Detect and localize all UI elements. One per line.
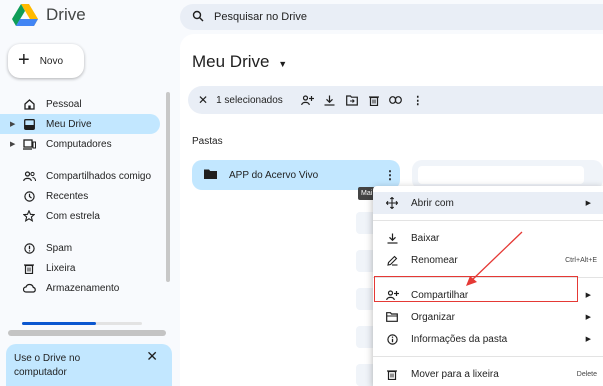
- people-icon: [22, 170, 36, 182]
- sidebar-scrollbar[interactable]: [166, 92, 170, 282]
- menu-item-label: Abrir com: [411, 197, 454, 209]
- menu-item-renomear[interactable]: Renomear Ctrl+Alt+E: [373, 249, 603, 271]
- trash-icon: [22, 263, 36, 274]
- new-button-label: Novo: [39, 55, 64, 67]
- sidebar-item-label: Recentes: [46, 190, 89, 202]
- trash-icon[interactable]: [363, 95, 385, 106]
- caret-down-icon[interactable]: ▼: [278, 59, 287, 69]
- selection-count: 1 selecionados: [216, 94, 283, 106]
- menu-item-informacoes[interactable]: Informações da pasta ▶: [373, 328, 603, 350]
- trash-icon: [385, 369, 399, 380]
- folder-name: APP do Acervo Vivo: [229, 169, 319, 181]
- download-icon[interactable]: [319, 95, 341, 106]
- drive-icon: [22, 118, 36, 130]
- folder-icon: [385, 312, 399, 322]
- computer-icon: [22, 138, 36, 150]
- submenu-arrow-icon: ▶: [585, 336, 591, 343]
- cloud-icon: [22, 283, 36, 293]
- horizontal-scrollbar[interactable]: [8, 330, 166, 336]
- section-title: Pastas: [192, 136, 223, 147]
- menu-item-baixar[interactable]: Baixar: [373, 227, 603, 249]
- folder-icon: [204, 169, 217, 182]
- sidebar-item-recentes[interactable]: Recentes: [0, 186, 172, 206]
- sidebar-item-label: Compartilhados comigo: [46, 170, 152, 182]
- page-title[interactable]: Meu Drive ▼: [192, 52, 287, 72]
- sidebar-item-meu-drive[interactable]: ▶ Meu Drive: [0, 114, 160, 134]
- open-with-icon: [385, 197, 399, 209]
- annotation-highlight-box: [374, 276, 578, 302]
- sidebar-item-compartilhados[interactable]: Compartilhados comigo: [0, 166, 172, 186]
- menu-divider: [373, 220, 603, 221]
- plus-icon: +: [18, 49, 30, 71]
- rename-icon: [385, 255, 399, 266]
- sidebar-item-com-estrela[interactable]: Com estrela: [0, 206, 172, 226]
- menu-item-abrir-com[interactable]: Abrir com ▶: [373, 192, 603, 214]
- drive-desktop-promo[interactable]: Use o Drive no computador ✕: [6, 344, 172, 386]
- caret-right-icon[interactable]: ▶: [10, 120, 15, 128]
- menu-item-label: Informações da pasta: [411, 333, 508, 345]
- clock-icon: [22, 190, 36, 202]
- search-icon[interactable]: [192, 10, 204, 25]
- menu-item-label: Baixar: [411, 232, 440, 244]
- submenu-arrow-icon: ▶: [585, 200, 591, 207]
- submenu-arrow-icon: ▶: [585, 314, 591, 321]
- sidebar-item-label: Pessoal: [46, 98, 82, 110]
- star-icon: [22, 210, 36, 222]
- selection-toolbar: ✕ 1 selecionados ⋮: [188, 86, 603, 114]
- drive-logo-icon: [12, 4, 38, 26]
- promo-text: Use o Drive no computador: [14, 353, 81, 378]
- sidebar-item-label: Com estrela: [46, 210, 100, 222]
- menu-item-label: Mover para a lixeira: [411, 368, 499, 380]
- page-title-text: Meu Drive: [192, 52, 270, 71]
- close-icon[interactable]: ✕: [146, 348, 158, 365]
- storage-fill: [22, 322, 97, 325]
- sidebar-item-label: Spam: [46, 242, 73, 254]
- info-icon: [385, 333, 399, 345]
- more-vert-icon[interactable]: ⋮: [380, 168, 400, 182]
- search-input[interactable]: Pesquisar no Drive: [214, 11, 307, 23]
- sidebar-item-armazenamento[interactable]: Armazenamento: [0, 278, 172, 298]
- submenu-arrow-icon: ▶: [585, 292, 591, 299]
- sidebar-item-label: Computadores: [46, 138, 112, 150]
- shortcut-hint: Ctrl+Alt+E: [565, 256, 597, 264]
- menu-divider: [373, 356, 603, 357]
- sidebar-item-label: Armazenamento: [46, 282, 120, 294]
- share-icon[interactable]: [297, 94, 319, 106]
- storage-bar: [22, 322, 142, 325]
- link-icon[interactable]: [385, 96, 407, 104]
- download-icon: [385, 233, 399, 244]
- sidebar-item-lixeira[interactable]: Lixeira: [0, 258, 172, 278]
- sidebar-nav: Pessoal ▶ Meu Drive ▶ Computadores Compa…: [0, 94, 172, 298]
- menu-item-organizar[interactable]: Organizar ▶: [373, 306, 603, 328]
- folder-item[interactable]: APP do Acervo Vivo ⋮: [192, 160, 400, 190]
- move-icon[interactable]: [341, 94, 363, 106]
- sidebar-item-pessoal[interactable]: Pessoal: [0, 94, 172, 114]
- sidebar-item-computadores[interactable]: ▶ Computadores: [0, 134, 172, 154]
- home-icon: [22, 98, 36, 110]
- shortcut-hint: Delete: [576, 370, 597, 378]
- search-bar[interactable]: Pesquisar no Drive: [180, 4, 603, 30]
- menu-item-label: Organizar: [411, 311, 455, 323]
- caret-right-icon[interactable]: ▶: [10, 140, 15, 148]
- sidebar-item-spam[interactable]: Spam: [0, 238, 172, 258]
- spam-icon: [22, 242, 36, 254]
- sidebar-item-label: Meu Drive: [46, 118, 92, 130]
- menu-item-mover-lixeira[interactable]: Mover para a lixeira Delete: [373, 363, 603, 385]
- clear-selection-icon[interactable]: ✕: [198, 93, 208, 107]
- drive-logo[interactable]: Drive: [12, 4, 86, 26]
- sidebar-item-label: Lixeira: [46, 262, 76, 274]
- new-button[interactable]: + Novo: [8, 44, 84, 78]
- more-vert-icon[interactable]: ⋮: [407, 94, 429, 107]
- app-title: Drive: [46, 5, 86, 24]
